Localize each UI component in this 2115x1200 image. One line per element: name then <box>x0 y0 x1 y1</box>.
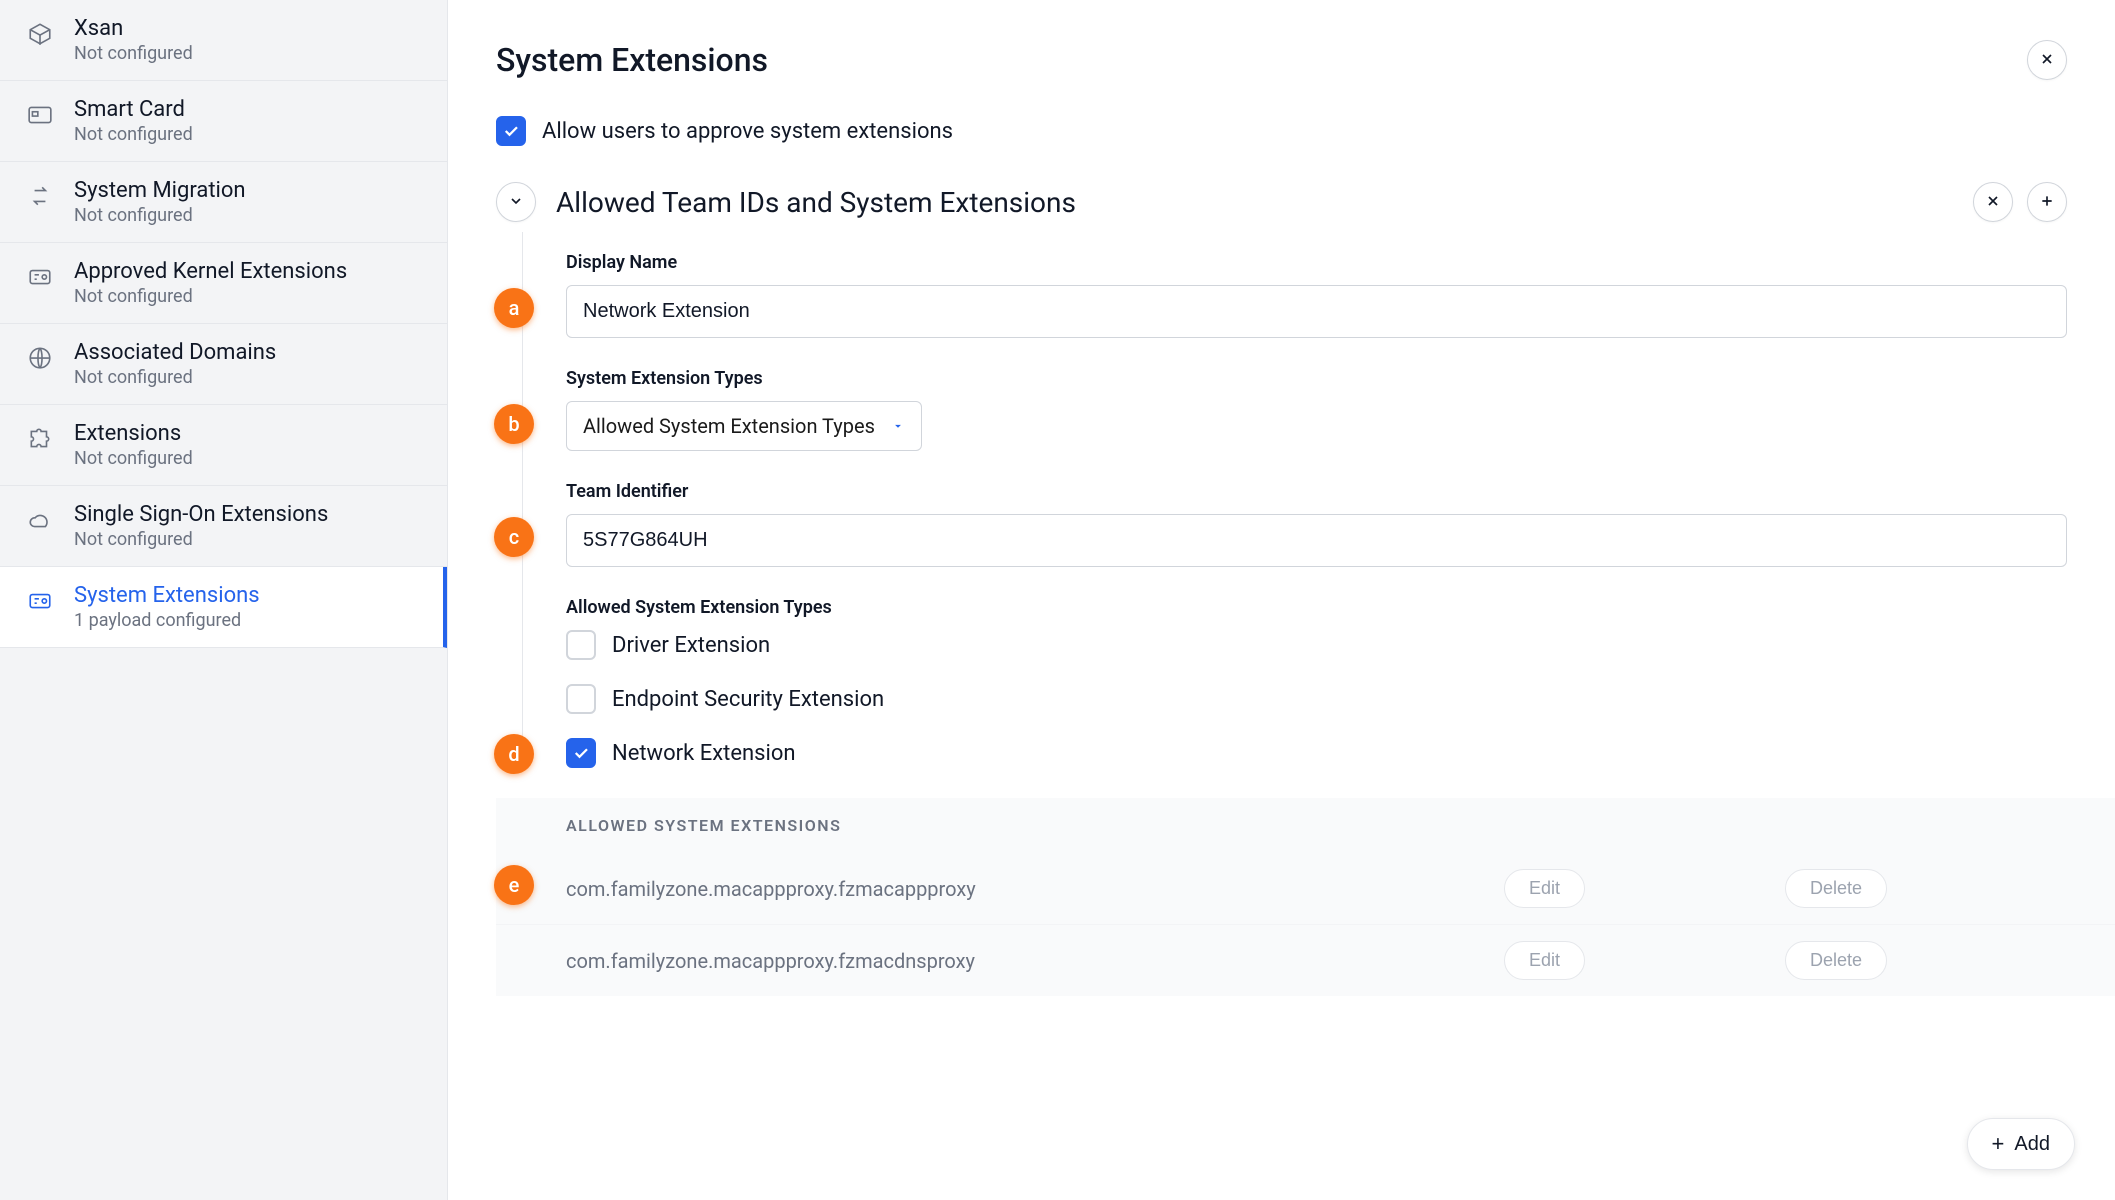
extension-id: com.familyzone.macappproxy.fzmacappproxy <box>566 877 976 901</box>
delete-button[interactable]: Delete <box>1785 941 1887 980</box>
sidebar-item-label: System Extensions <box>74 583 260 608</box>
close-button[interactable] <box>2027 40 2067 80</box>
sidebar-item-label: Xsan <box>74 16 193 41</box>
sidebar-item-label: System Migration <box>74 178 246 203</box>
annotation-badge-b: b <box>494 404 534 444</box>
chevron-down-icon <box>508 193 524 212</box>
allow-approve-row: Allow users to approve system extensions <box>496 116 2067 146</box>
sidebar-item-system-extensions[interactable]: System Extensions 1 payload configured <box>0 567 447 648</box>
main-panel: System Extensions Allow users to approve… <box>448 0 2115 1200</box>
sidebar-item-smart-card[interactable]: Smart Card Not configured <box>0 81 447 162</box>
annotation-badge-a: a <box>494 288 534 328</box>
sidebar-item-subtitle: Not configured <box>74 286 347 307</box>
extension-row: e com.familyzone.macappproxy.fzmacapppro… <box>496 853 2115 925</box>
annotation-badge-e: e <box>494 865 534 905</box>
kernel-icon <box>24 261 56 293</box>
allow-approve-checkbox[interactable] <box>496 116 526 146</box>
sidebar-item-subtitle: Not configured <box>74 367 276 388</box>
sysext-icon <box>24 585 56 617</box>
extension-id: com.familyzone.macappproxy.fzmacdnsproxy <box>566 949 975 973</box>
endpoint-ext-row: Endpoint Security Extension <box>566 684 2067 714</box>
sidebar-item-sso-ext[interactable]: Single Sign-On Extensions Not configured <box>0 486 447 567</box>
sidebar-item-subtitle: Not configured <box>74 529 328 550</box>
allowed-types-label: Allowed System Extension Types <box>566 597 2067 618</box>
display-name-label: Display Name <box>566 252 2067 273</box>
network-ext-label: Network Extension <box>612 741 796 766</box>
team-id-label: Team Identifier <box>566 481 2067 502</box>
sidebar-item-subtitle: Not configured <box>74 205 246 226</box>
sidebar-item-subtitle: 1 payload configured <box>74 610 260 631</box>
edit-button[interactable]: Edit <box>1504 941 1585 980</box>
sidebar-item-subtitle: Not configured <box>74 43 193 64</box>
ext-types-select[interactable]: Allowed System Extension Types <box>566 401 922 451</box>
add-button-label: Add <box>2014 1133 2050 1156</box>
extension-row: com.familyzone.macappproxy.fzmacdnsproxy… <box>496 925 2115 996</box>
sidebar-item-label: Approved Kernel Extensions <box>74 259 347 284</box>
sidebar-item-label: Single Sign-On Extensions <box>74 502 328 527</box>
endpoint-ext-checkbox[interactable] <box>566 684 596 714</box>
sidebar-item-kernel-ext[interactable]: Approved Kernel Extensions Not configure… <box>0 243 447 324</box>
globe-icon <box>24 342 56 374</box>
network-ext-row: d Network Extension <box>566 738 2067 768</box>
collapse-button[interactable] <box>496 182 536 222</box>
sidebar-item-subtitle: Not configured <box>74 124 193 145</box>
ext-types-label: System Extension Types <box>566 368 2067 389</box>
allowed-ext-header: ALLOWED SYSTEM EXTENSIONS <box>496 798 2115 853</box>
sidebar-item-associated-domains[interactable]: Associated Domains Not configured <box>0 324 447 405</box>
driver-ext-label: Driver Extension <box>612 633 770 658</box>
network-ext-checkbox[interactable] <box>566 738 596 768</box>
driver-ext-row: Driver Extension <box>566 630 2067 660</box>
edit-button[interactable]: Edit <box>1504 869 1585 908</box>
annotation-badge-c: c <box>494 517 534 557</box>
sidebar-item-xsan[interactable]: Xsan Not configured <box>0 0 447 81</box>
plus-icon <box>2039 193 2055 212</box>
sidebar-item-extensions[interactable]: Extensions Not configured <box>0 405 447 486</box>
sidebar-item-system-migration[interactable]: System Migration Not configured <box>0 162 447 243</box>
delete-button[interactable]: Delete <box>1785 869 1887 908</box>
driver-ext-checkbox[interactable] <box>566 630 596 660</box>
add-section-button[interactable] <box>2027 182 2067 222</box>
sidebar-item-subtitle: Not configured <box>74 448 193 469</box>
sidebar: Xsan Not configured Smart Card Not confi… <box>0 0 448 1200</box>
migrate-icon <box>24 180 56 212</box>
sidebar-item-label: Associated Domains <box>74 340 276 365</box>
ext-types-value: Allowed System Extension Types <box>583 414 875 438</box>
annotation-badge-d: d <box>494 734 534 774</box>
card-icon <box>24 99 56 131</box>
allow-approve-label: Allow users to approve system extensions <box>542 119 953 144</box>
box-icon <box>24 18 56 50</box>
display-name-input[interactable] <box>566 285 2067 338</box>
page-title: System Extensions <box>496 41 768 79</box>
close-icon <box>2039 51 2055 70</box>
puzzle-icon <box>24 423 56 455</box>
close-icon <box>1985 193 2001 212</box>
add-button[interactable]: + Add <box>1967 1118 2075 1170</box>
sidebar-item-label: Extensions <box>74 421 193 446</box>
plus-icon: + <box>1992 1131 2005 1157</box>
endpoint-ext-label: Endpoint Security Extension <box>612 687 884 712</box>
cloud-icon <box>24 504 56 536</box>
sidebar-item-label: Smart Card <box>74 97 193 122</box>
remove-section-button[interactable] <box>1973 182 2013 222</box>
section-title: Allowed Team IDs and System Extensions <box>556 186 1076 219</box>
team-id-input[interactable] <box>566 514 2067 567</box>
caret-down-icon <box>891 414 905 438</box>
